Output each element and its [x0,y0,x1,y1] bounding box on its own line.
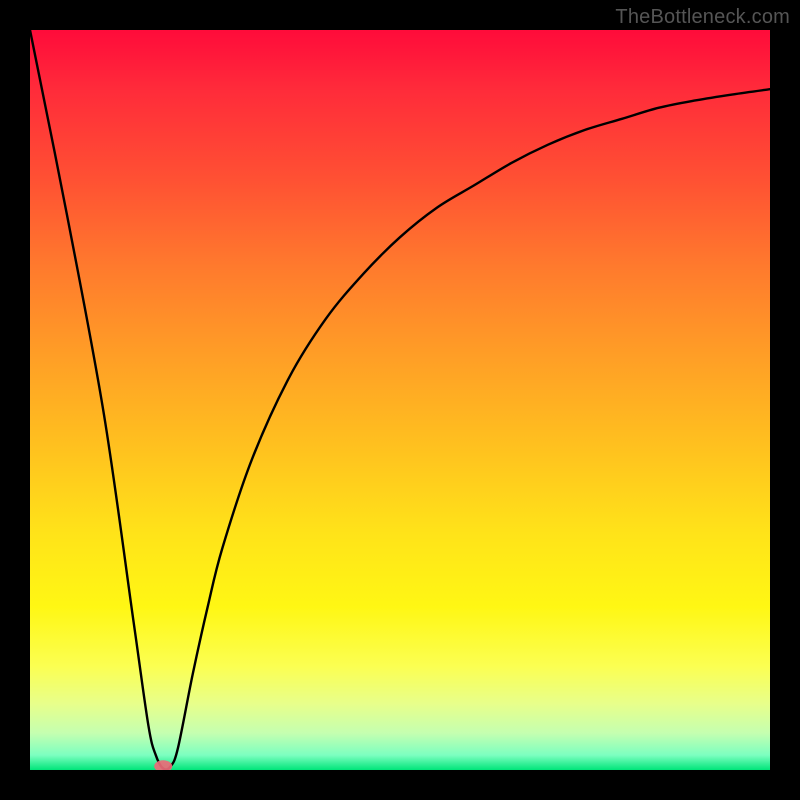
chart-plot-area [30,30,770,770]
min-marker [154,760,172,770]
chart-frame: TheBottleneck.com [0,0,800,800]
curve-path [30,30,770,770]
attribution-label: TheBottleneck.com [615,6,790,29]
bottleneck-curve [30,30,770,770]
